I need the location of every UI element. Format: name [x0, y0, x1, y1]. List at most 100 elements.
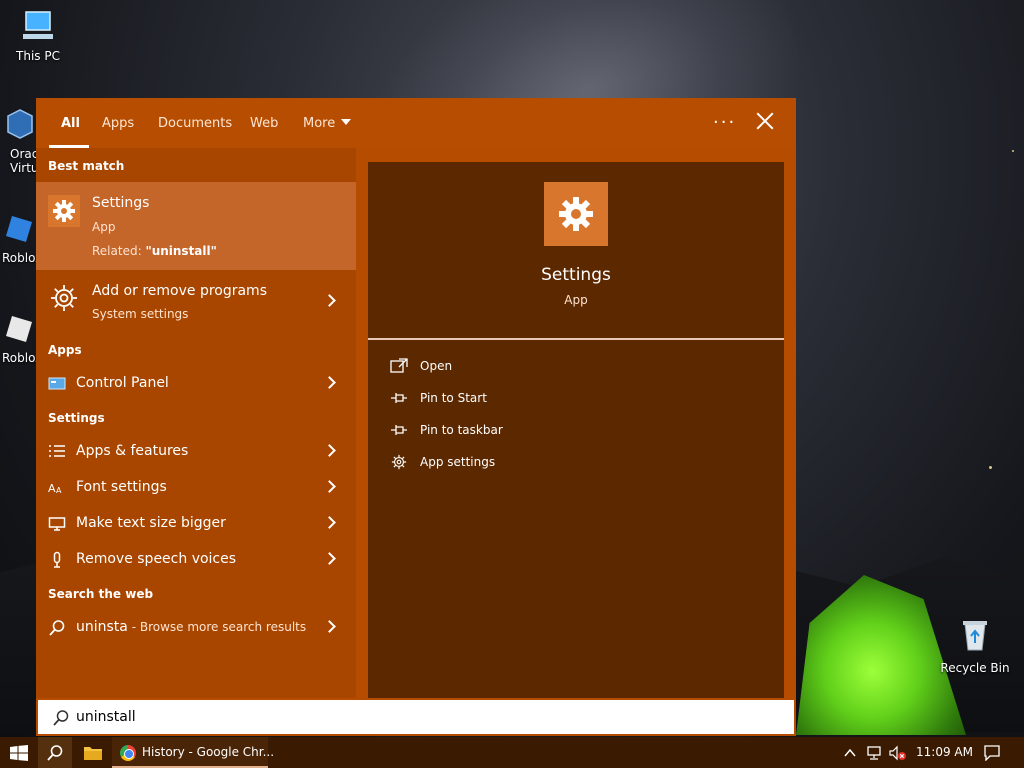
- taskbar-clock[interactable]: 11:09 AM: [916, 745, 973, 759]
- chevron-right-icon[interactable]: [323, 620, 336, 633]
- section-title-search-the-web: Search the web: [48, 587, 154, 601]
- tab-apps[interactable]: Apps: [102, 116, 134, 131]
- close-icon[interactable]: [754, 110, 776, 132]
- desktop-icon-label: Roblox: [2, 351, 43, 365]
- gear-icon: [544, 182, 608, 246]
- chevron-right-icon[interactable]: [323, 480, 336, 493]
- desktop-icon-label: Orac: [10, 147, 39, 161]
- result-name: Add or remove programs: [92, 283, 267, 299]
- best-match-name: Settings: [92, 195, 150, 211]
- section-title-apps: Apps: [48, 343, 82, 357]
- monitor-icon: [48, 517, 66, 531]
- action-pin-to-start[interactable]: Pin to Start: [390, 387, 690, 411]
- microphone-icon: [53, 551, 61, 568]
- result-control-panel[interactable]: Control Panel: [36, 366, 356, 402]
- font-icon: A A: [48, 482, 62, 495]
- preview-pane: Settings App Open Pin to Start Pin to ta…: [368, 162, 784, 698]
- result-label: Remove speech voices: [76, 551, 237, 567]
- results-list: Best match Settings App Related: "uninst…: [36, 148, 356, 698]
- chevron-up-icon[interactable]: [844, 747, 856, 759]
- best-match-related: Related: "uninstall": [92, 244, 217, 258]
- preview-divider: [368, 338, 784, 340]
- action-app-settings[interactable]: App settings: [390, 451, 690, 475]
- wallpaper-star: [1012, 150, 1014, 152]
- gear-outline-icon: [51, 285, 77, 311]
- chevron-right-icon[interactable]: [323, 516, 336, 529]
- tab-all[interactable]: All: [61, 116, 80, 131]
- gear-icon: [48, 195, 80, 227]
- svg-text:A: A: [56, 486, 62, 495]
- taskbar-chrome-window[interactable]: History - Google Chr...: [112, 737, 274, 768]
- search-icon: [47, 745, 63, 761]
- tab-web[interactable]: Web: [250, 116, 278, 131]
- best-match-type: App: [92, 220, 116, 234]
- network-icon[interactable]: [866, 745, 884, 761]
- search-box[interactable]: [36, 698, 796, 736]
- result-apps-and-features[interactable]: Apps & features: [36, 434, 356, 470]
- windows-icon[interactable]: [10, 745, 28, 761]
- chevron-down-icon: [341, 119, 352, 125]
- chevron-right-icon[interactable]: [323, 294, 336, 307]
- taskbar-search-button[interactable]: [38, 737, 72, 768]
- search-icon: [49, 620, 65, 636]
- desktop-icon-label: Roblox: [2, 251, 43, 265]
- desktop-icon-roblox-1[interactable]: Roblox: [0, 212, 43, 265]
- folder-icon[interactable]: [84, 745, 102, 760]
- search-panel: All Apps Documents Web More ··· Best mat…: [36, 98, 796, 698]
- taskbar-window-title: History - Google Chr...: [142, 745, 275, 759]
- web-search-query: uninsta: [76, 619, 128, 635]
- control-panel-icon: [48, 377, 66, 390]
- desktop-icon-this-pc[interactable]: This PC: [8, 10, 68, 63]
- chevron-right-icon[interactable]: [323, 444, 336, 457]
- result-label: Make text size bigger: [76, 515, 226, 531]
- tab-documents[interactable]: Documents: [158, 116, 232, 131]
- preview-app-type: App: [564, 293, 588, 307]
- desktop-icon-label: Virtu: [10, 161, 39, 175]
- tab-more[interactable]: More: [303, 116, 352, 131]
- search-tabs: All Apps Documents Web More ···: [36, 98, 796, 148]
- roblox-studio-icon: [6, 316, 32, 342]
- result-label: Apps & features: [76, 443, 189, 459]
- gear-icon: [391, 454, 407, 470]
- result-web-search[interactable]: uninsta - Browse more search results: [36, 610, 356, 646]
- taskbar: History - Google Chr... 11:09 AM: [0, 737, 1024, 768]
- chrome-icon: [120, 745, 136, 761]
- recycle-bin-icon: [963, 621, 987, 651]
- section-title-settings: Settings: [48, 411, 105, 425]
- result-add-or-remove-programs[interactable]: Add or remove programs System settings: [36, 274, 356, 324]
- preview-app-name: Settings: [541, 265, 611, 285]
- action-label: Open: [420, 359, 453, 373]
- section-title-best-match: Best match: [48, 159, 125, 173]
- pin-icon: [391, 425, 407, 435]
- volume-muted-icon[interactable]: [889, 745, 907, 761]
- result-label: Font settings: [76, 479, 167, 495]
- notifications-icon[interactable]: [984, 745, 1000, 761]
- result-remove-speech-voices[interactable]: Remove speech voices: [36, 542, 356, 578]
- action-label: Pin to taskbar: [420, 423, 503, 437]
- result-label: Control Panel: [76, 375, 169, 391]
- desktop-icon-oracle-virtualbox[interactable]: Orac Virtu: [0, 108, 39, 175]
- pin-icon: [391, 393, 407, 403]
- wallpaper-star: [989, 466, 992, 469]
- action-pin-to-taskbar[interactable]: Pin to taskbar: [390, 419, 690, 443]
- search-input[interactable]: [76, 705, 676, 729]
- chevron-right-icon[interactable]: [323, 376, 336, 389]
- open-icon: [390, 358, 408, 373]
- related-prefix: Related:: [92, 244, 146, 258]
- svg-text:A: A: [48, 482, 56, 495]
- tab-more-label: More: [303, 116, 336, 131]
- desktop-icon-recycle-bin[interactable]: Recycle Bin: [940, 614, 1010, 675]
- web-search-label: uninsta - Browse more search results: [76, 619, 306, 635]
- action-label: Pin to Start: [420, 391, 487, 405]
- desktop-icon-label: Recycle Bin: [940, 661, 1010, 675]
- action-label: App settings: [420, 455, 496, 469]
- result-font-settings[interactable]: A A Font settings: [36, 470, 356, 506]
- desktop-icon-roblox-2[interactable]: Roblox: [0, 312, 43, 365]
- ellipsis-icon[interactable]: ···: [713, 112, 736, 133]
- web-search-suffix: - Browse more search results: [127, 620, 307, 634]
- action-open[interactable]: Open: [390, 355, 690, 379]
- chevron-right-icon[interactable]: [323, 552, 336, 565]
- virtualbox-icon: [7, 109, 33, 139]
- best-match-item-settings[interactable]: Settings App Related: "uninstall": [36, 182, 356, 270]
- result-make-text-size-bigger[interactable]: Make text size bigger: [36, 506, 356, 542]
